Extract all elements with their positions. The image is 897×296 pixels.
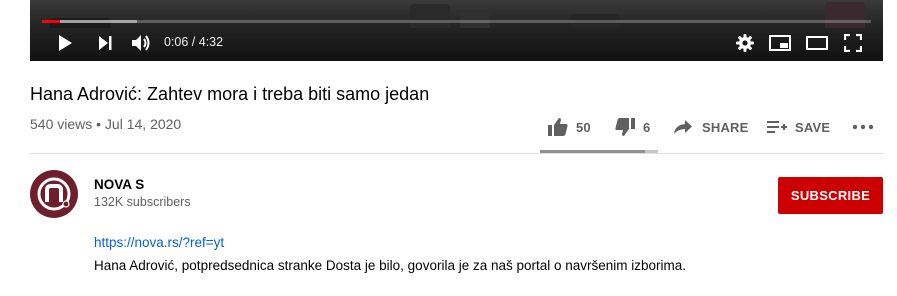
progress-bar[interactable] xyxy=(42,20,871,23)
volume-button[interactable] xyxy=(130,32,154,54)
settings-button[interactable] xyxy=(734,32,756,54)
like-button[interactable]: 50 xyxy=(548,114,591,140)
thumbs-down-icon xyxy=(615,118,635,136)
description-text: Hana Adrović, potpredsednica stranke Dos… xyxy=(94,258,687,273)
save-label: SAVE xyxy=(795,119,831,135)
settings-icon xyxy=(736,34,754,52)
play-icon xyxy=(59,35,72,51)
theater-icon xyxy=(806,36,828,50)
divider xyxy=(30,153,883,154)
video-player[interactable]: 0:06 / 4:32 xyxy=(30,0,883,61)
more-horizontal-icon xyxy=(852,124,874,130)
share-icon xyxy=(674,120,692,134)
theater-button[interactable] xyxy=(805,32,829,54)
save-button[interactable]: SAVE xyxy=(767,114,830,140)
time-display: 0:06 / 4:32 xyxy=(164,35,224,49)
nova-s-logo-icon xyxy=(37,177,71,211)
next-button[interactable] xyxy=(94,32,116,54)
more-actions-button[interactable] xyxy=(852,114,874,140)
share-button[interactable]: SHARE xyxy=(674,114,749,140)
video-title: Hana Adrović: Zahtev mora i treba biti s… xyxy=(30,84,430,104)
thumbs-up-icon xyxy=(548,118,568,136)
progress-played xyxy=(42,20,61,23)
volume-icon xyxy=(132,35,150,51)
miniplayer-icon xyxy=(769,35,791,51)
play-button[interactable] xyxy=(54,32,76,54)
playlist-add-icon xyxy=(767,121,787,133)
next-icon xyxy=(99,36,112,50)
like-count: 50 xyxy=(576,119,591,135)
dislike-count: 6 xyxy=(643,119,651,135)
view-count-date: 540 views • Jul 14, 2020 xyxy=(30,116,182,132)
channel-name[interactable]: NOVA S xyxy=(94,177,144,192)
miniplayer-button[interactable] xyxy=(768,32,792,54)
subscribe-button[interactable]: SUBSCRIBE xyxy=(778,177,883,214)
description-link[interactable]: https://nova.rs/?ref=yt xyxy=(94,235,224,250)
dislike-button[interactable]: 6 xyxy=(615,114,650,140)
fullscreen-button[interactable] xyxy=(842,32,864,54)
video-frame xyxy=(30,0,883,28)
channel-avatar[interactable] xyxy=(30,170,78,218)
fullscreen-icon xyxy=(844,34,862,52)
subscriber-count: 132K subscribers xyxy=(94,195,191,209)
share-label: SHARE xyxy=(702,119,749,135)
